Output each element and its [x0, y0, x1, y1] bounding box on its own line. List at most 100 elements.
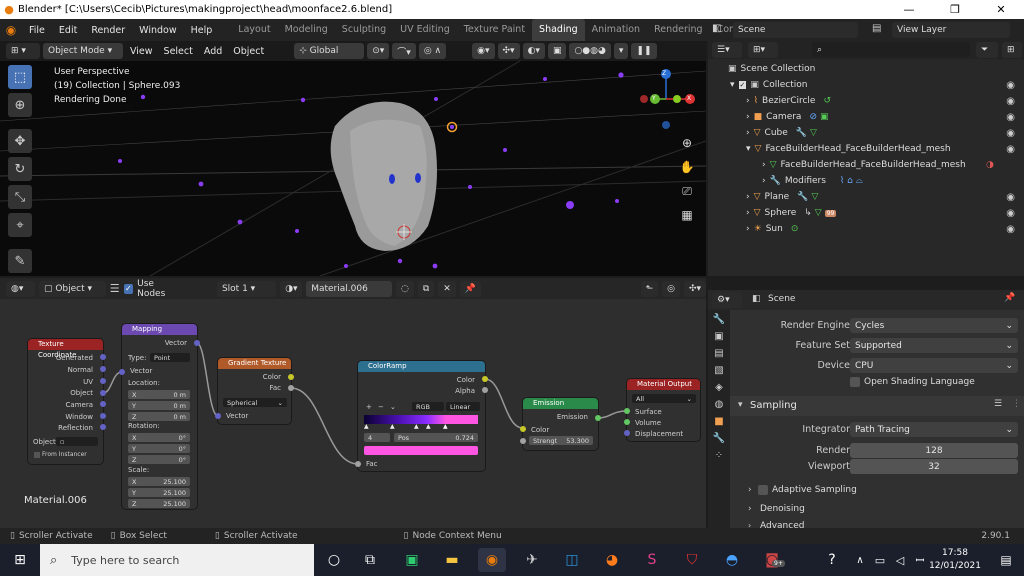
socket-window[interactable]: [100, 413, 106, 419]
pause-render-icon[interactable]: ❚❚: [631, 43, 657, 59]
chevron-right-icon[interactable]: ›: [762, 160, 766, 170]
zoom-icon[interactable]: ⊕: [677, 134, 697, 152]
tab-sculpting[interactable]: Sculpting: [335, 19, 393, 41]
menu-render[interactable]: Render: [84, 25, 132, 36]
socket-mapping-vector-out[interactable]: [194, 340, 200, 346]
adaptive-sampling-checkbox[interactable]: [758, 485, 768, 495]
node-mapping[interactable]: Mapping Vector Type: Point Vector Locati…: [122, 324, 197, 509]
filter-icon[interactable]: ⏷: [976, 42, 998, 58]
drag-handle-icon[interactable]: ⋮: [1012, 399, 1021, 409]
render-tab-icon[interactable]: ▣: [714, 331, 723, 342]
rotate-tool-icon[interactable]: ↻: [8, 157, 32, 181]
tab-rendering[interactable]: Rendering: [647, 19, 710, 41]
socket-camera[interactable]: [100, 401, 106, 407]
world-tab-icon[interactable]: ◍: [715, 399, 724, 410]
app-icon-5[interactable]: ◓: [718, 548, 746, 572]
node-texture-coordinate[interactable]: Texture Coordinate Generated Normal UV O…: [28, 339, 103, 464]
remove-stop-button[interactable]: −: [378, 403, 384, 411]
outliner-row-camera[interactable]: › ■ Camera ⊘ ▣ ◉: [708, 109, 1024, 125]
socket-emission-color[interactable]: [520, 426, 526, 432]
stop-color-swatch[interactable]: [364, 446, 478, 455]
scale-x-field[interactable]: X 25.100: [128, 477, 190, 486]
outliner-row-modifiers[interactable]: › 🔧 Modifiers ⌇ ⌂ ⌓: [708, 173, 1024, 189]
node-material-output[interactable]: Material Output All ⌄ Surface Volume Disp…: [627, 379, 700, 441]
display-mode-icon[interactable]: ⊞▾: [748, 42, 778, 58]
chevron-right-icon[interactable]: ›: [746, 96, 750, 106]
color-mode-dropdown[interactable]: RGB: [412, 402, 444, 411]
overlay-icon[interactable]: ◐▾: [522, 43, 545, 59]
node-emission[interactable]: Emission Emission Color Strengt 53.300: [523, 398, 598, 450]
shader-node-editor[interactable]: ◍▾ ▢ Object ▾ ☰ ✓ Use Nodes Slot 1 ▾ ◑▾ …: [0, 278, 706, 528]
transform-tool-icon[interactable]: ⌖: [8, 213, 32, 237]
proportional-edit-icon[interactable]: ◎ ∧: [418, 43, 447, 59]
ramp-menu-icon[interactable]: ⌄: [390, 403, 396, 411]
checkbox-icon[interactable]: ✓: [738, 81, 747, 89]
app-icon-3[interactable]: ◫: [558, 548, 586, 572]
ramp-stop-marker[interactable]: ▲: [364, 423, 369, 430]
color-ramp-gradient[interactable]: [364, 415, 478, 424]
eye-icon[interactable]: ◉: [1006, 112, 1015, 123]
gizmo-toggle-icon[interactable]: ✣▾: [497, 43, 520, 59]
outliner-row-sphere[interactable]: › ▽ Sphere ↳ ▽ 99 ◉: [708, 205, 1024, 221]
ramp-stop-marker[interactable]: ▲: [426, 423, 431, 430]
socket-emission-strength[interactable]: [520, 438, 526, 444]
chevron-right-icon[interactable]: ›: [746, 128, 750, 138]
object-tab-icon[interactable]: ■: [714, 416, 723, 427]
view-layer-selector[interactable]: View Layer: [892, 22, 1010, 38]
move-tool-icon[interactable]: ✥: [8, 129, 32, 153]
location-y-field[interactable]: Y 0 m: [128, 401, 190, 410]
output-tab-icon[interactable]: ▤: [714, 348, 723, 359]
denoising-label[interactable]: Denoising: [760, 504, 805, 514]
chevron-right-icon[interactable]: ›: [746, 112, 750, 122]
location-x-field[interactable]: X 0 m: [128, 390, 190, 399]
taskbar-clock[interactable]: 17:58 12/01/2021: [924, 547, 986, 573]
tab-modeling[interactable]: Modeling: [278, 19, 335, 41]
render-samples-field[interactable]: 128: [850, 443, 1018, 458]
viewport-samples-field[interactable]: 32: [850, 459, 1018, 474]
outliner-row-facebuilder[interactable]: ▾ ▽ FaceBuilderHead_FaceBuilderHead_mesh ◉: [708, 141, 1024, 157]
socket-generated[interactable]: [100, 354, 106, 360]
firefox-icon[interactable]: ◕: [598, 548, 626, 572]
properties-editor-type[interactable]: ⚙▾: [712, 292, 742, 308]
tab-shading[interactable]: Shading: [532, 19, 585, 41]
cursor-tool-icon[interactable]: ⊕: [8, 93, 32, 117]
presets-icon[interactable]: ☰: [994, 399, 1002, 409]
camera-view-icon[interactable]: ⎚: [677, 182, 697, 200]
pivot-icon[interactable]: ⊙▾: [367, 43, 390, 59]
osl-checkbox[interactable]: [850, 377, 860, 387]
app-icon-2[interactable]: ✈: [518, 548, 546, 572]
rotation-x-field[interactable]: X 0°: [128, 433, 190, 442]
eye-icon[interactable]: ◉: [1006, 144, 1015, 155]
outliner-editor-type[interactable]: ☰▾: [712, 42, 742, 58]
chevron-right-icon[interactable]: ›: [748, 504, 752, 514]
advanced-label[interactable]: Advanced: [760, 521, 804, 528]
menu-edit[interactable]: Edit: [52, 25, 84, 36]
socket-ramp-color[interactable]: [482, 376, 488, 382]
visibility-icon[interactable]: ◉▾: [472, 43, 495, 59]
socket-volume[interactable]: [624, 419, 630, 425]
socket-ramp-alpha[interactable]: [482, 387, 488, 393]
strength-field[interactable]: Strengt 53.300: [529, 436, 593, 445]
rotation-y-field[interactable]: Y 0°: [128, 444, 190, 453]
sampling-panel-header[interactable]: ▾ Sampling ☰ ⋮: [730, 396, 1024, 416]
integrator-dropdown[interactable]: Path Tracing ⌄: [850, 422, 1018, 437]
minimize-button[interactable]: —: [886, 0, 932, 19]
chevron-right-icon[interactable]: ›: [746, 192, 750, 202]
scale-y-field[interactable]: Y 25.100: [128, 488, 190, 497]
socket-surface[interactable]: [624, 408, 630, 414]
socket-gradient-fac[interactable]: [288, 385, 294, 391]
socket-gradient-vector[interactable]: [215, 413, 221, 419]
add-stop-button[interactable]: +: [366, 403, 372, 411]
socket-normal[interactable]: [100, 366, 106, 372]
viewport-menu-add[interactable]: Add: [200, 46, 226, 57]
output-target-dropdown[interactable]: All ⌄: [632, 394, 696, 403]
socket-emission-out[interactable]: [595, 415, 601, 421]
stop-index-field[interactable]: 4: [364, 433, 390, 442]
taskbar-search-box[interactable]: ⌕ Type here to search: [40, 544, 314, 576]
snap-icon[interactable]: ⌒▾: [392, 43, 416, 59]
transform-orientation-dropdown[interactable]: ⊹ Global: [294, 43, 365, 59]
eye-icon[interactable]: ◉: [1006, 96, 1015, 107]
chevron-right-icon[interactable]: ›: [748, 521, 751, 528]
annotate-tool-icon[interactable]: ✎: [8, 249, 32, 273]
windows-start-icon[interactable]: ⊞: [6, 548, 34, 572]
